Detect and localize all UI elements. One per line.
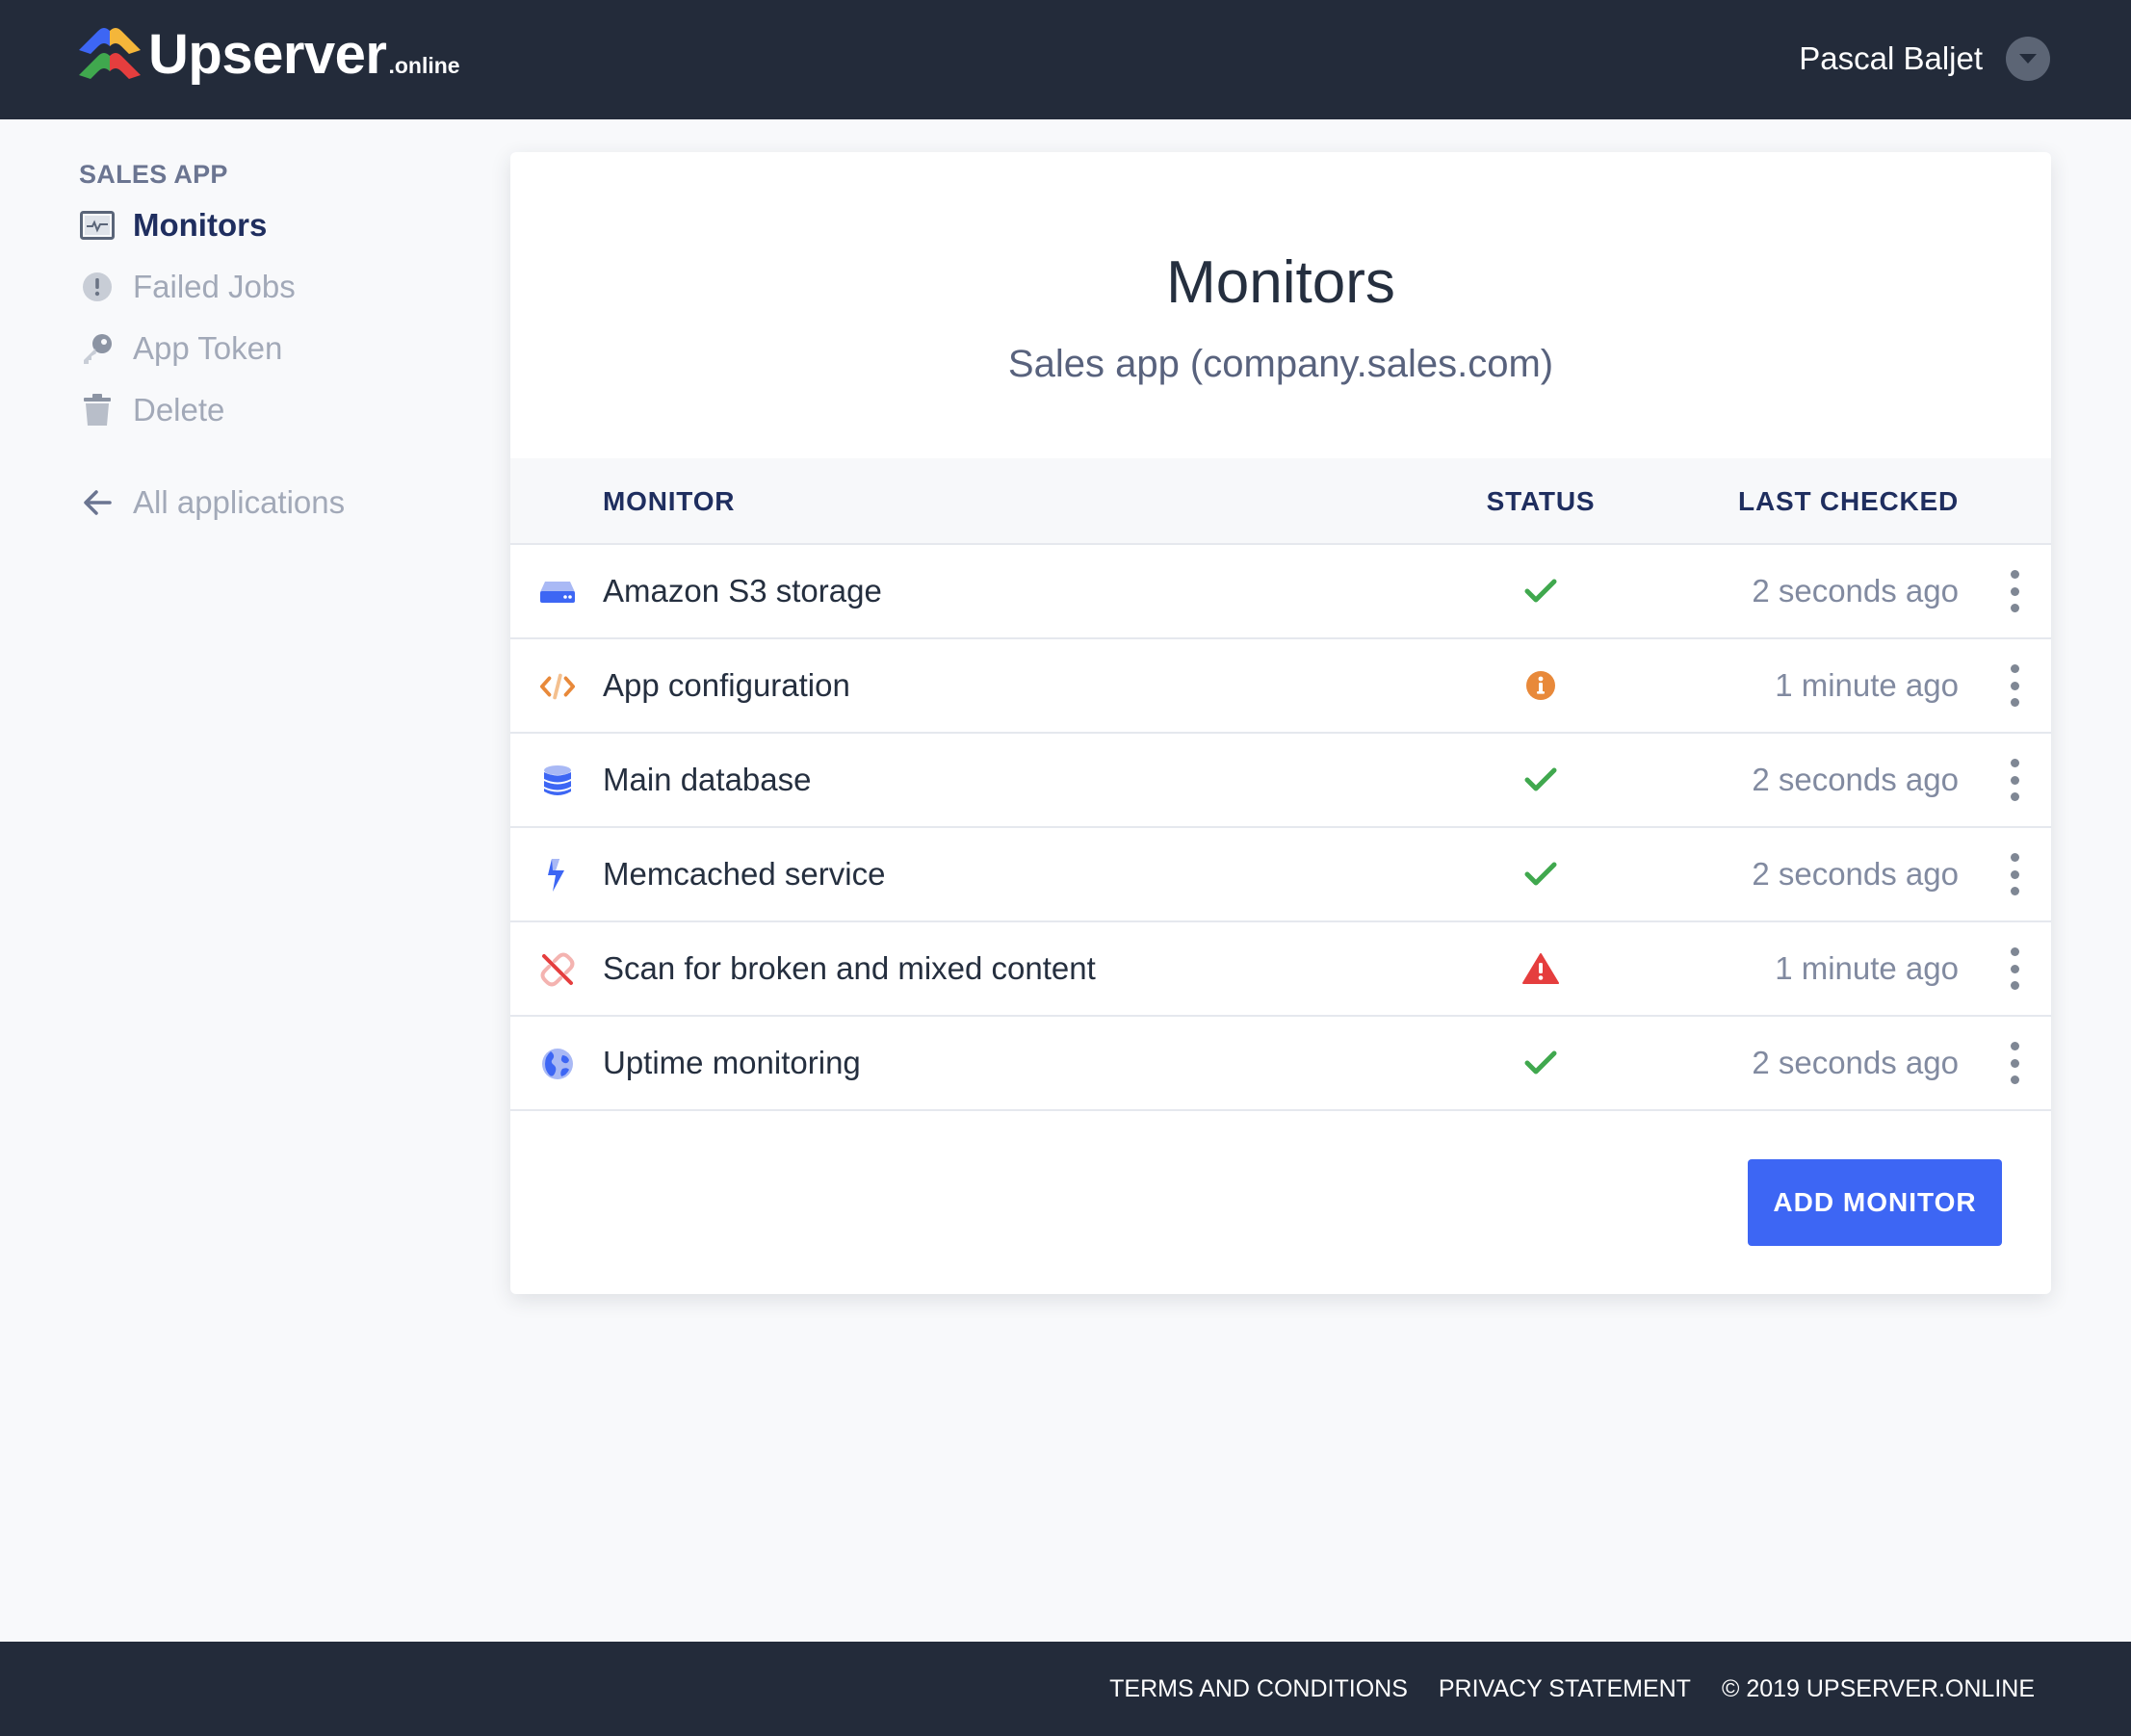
sidebar-item-app-token[interactable]: App Token — [79, 318, 464, 379]
sidebar-item-label: Failed Jobs — [133, 269, 296, 304]
monitor-name: App configuration — [603, 667, 850, 703]
broken-link-icon — [539, 952, 576, 987]
chevron-down-icon[interactable] — [2006, 37, 2050, 81]
storage-drive-icon — [539, 575, 576, 609]
page-subtitle: Sales app (company.sales.com) — [1007, 343, 1554, 385]
info-circle-icon — [1512, 666, 1570, 705]
key-icon — [79, 330, 116, 367]
code-icon — [539, 669, 576, 704]
row-options-menu-icon[interactable] — [2007, 1042, 2022, 1084]
logo-main-text: Upserver — [148, 23, 387, 86]
logo-text: Upserver.online — [148, 25, 460, 85]
upserver-logo-icon — [79, 28, 141, 79]
monitor-name: Scan for broken and mixed content — [603, 950, 1096, 986]
sidebar-heading: SALES APP — [79, 160, 228, 189]
trash-icon — [79, 392, 116, 428]
table-header: MONITOR STATUS LAST CHECKED — [510, 458, 2051, 545]
column-header-last-checked: LAST CHECKED — [1738, 486, 1959, 516]
monitors-table-body: Amazon S3 storage 2 seconds ago App conf… — [510, 545, 2051, 1111]
check-icon — [1512, 761, 1570, 799]
check-icon — [1512, 572, 1570, 610]
page-title: Monitors — [1166, 249, 1395, 316]
copyright-text: © 2019 UPSERVER.ONLINE — [1721, 1674, 2035, 1702]
top-navigation-bar: Upserver.online Pascal Baljet — [0, 0, 2131, 119]
terms-and-conditions-link[interactable]: TERMS AND CONDITIONS — [1109, 1675, 1408, 1703]
sidebar-item-label: App Token — [133, 330, 283, 366]
footer-links: TERMS AND CONDITIONS PRIVACY STATEMENT ©… — [1109, 1642, 2035, 1736]
user-name: Pascal Baljet — [1799, 40, 1983, 76]
table-row[interactable]: Main database 2 seconds ago — [510, 734, 2051, 828]
last-checked-time: 2 seconds ago — [1752, 1045, 1959, 1080]
last-checked-time: 2 seconds ago — [1752, 762, 1959, 797]
add-monitor-button[interactable]: ADD MONITOR — [1748, 1159, 2002, 1246]
last-checked-time: 2 seconds ago — [1752, 573, 1959, 609]
column-header-status: STATUS — [1486, 486, 1596, 516]
sidebar-item-label: Delete — [133, 392, 225, 428]
monitor-icon — [79, 207, 116, 244]
exclamation-circle-icon — [79, 269, 116, 305]
all-applications-label: All applications — [133, 484, 346, 520]
row-options-menu-icon[interactable] — [2007, 664, 2022, 707]
check-icon — [1512, 855, 1570, 894]
database-icon — [539, 764, 576, 798]
sidebar-item-monitors[interactable]: Monitors — [79, 194, 464, 256]
privacy-statement-link[interactable]: PRIVACY STATEMENT — [1439, 1675, 1691, 1703]
lightning-bolt-icon — [539, 858, 576, 893]
sidebar-item-label: Monitors — [133, 207, 268, 243]
sidebar-item-delete[interactable]: Delete — [79, 379, 464, 441]
row-options-menu-icon[interactable] — [2007, 570, 2022, 612]
table-row[interactable]: Memcached service 2 seconds ago — [510, 828, 2051, 922]
globe-icon — [539, 1047, 576, 1081]
arrow-left-icon — [79, 484, 116, 521]
check-icon — [1512, 1044, 1570, 1082]
last-checked-time: 2 seconds ago — [1752, 856, 1959, 892]
monitor-name: Amazon S3 storage — [603, 573, 882, 609]
monitor-name: Memcached service — [603, 856, 886, 892]
monitors-card: Monitors Sales app (company.sales.com) M… — [510, 152, 2051, 1294]
row-options-menu-icon[interactable] — [2007, 759, 2022, 801]
table-row[interactable]: Uptime monitoring 2 seconds ago — [510, 1017, 2051, 1111]
row-options-menu-icon[interactable] — [2007, 853, 2022, 895]
monitor-name: Main database — [603, 762, 812, 797]
warning-triangle-icon — [1512, 949, 1570, 988]
sidebar: SALES APP Monitors Failed Jobs App Token… — [79, 160, 464, 533]
table-row[interactable]: Amazon S3 storage 2 seconds ago — [510, 545, 2051, 639]
footer: TERMS AND CONDITIONS PRIVACY STATEMENT ©… — [0, 1642, 2131, 1736]
sidebar-item-failed-jobs[interactable]: Failed Jobs — [79, 256, 464, 318]
column-header-monitor: MONITOR — [603, 486, 736, 516]
table-row[interactable]: App configuration 1 minute ago — [510, 639, 2051, 734]
logo-suffix-text: .online — [388, 53, 460, 78]
last-checked-time: 1 minute ago — [1775, 667, 1959, 703]
monitor-name: Uptime monitoring — [603, 1045, 861, 1080]
table-row[interactable]: Scan for broken and mixed content 1 minu… — [510, 922, 2051, 1017]
last-checked-time: 1 minute ago — [1775, 950, 1959, 986]
back-to-all-applications-link[interactable]: All applications — [79, 472, 464, 533]
row-options-menu-icon[interactable] — [2007, 947, 2022, 990]
user-menu[interactable]: Pascal Baljet — [1799, 35, 2050, 83]
